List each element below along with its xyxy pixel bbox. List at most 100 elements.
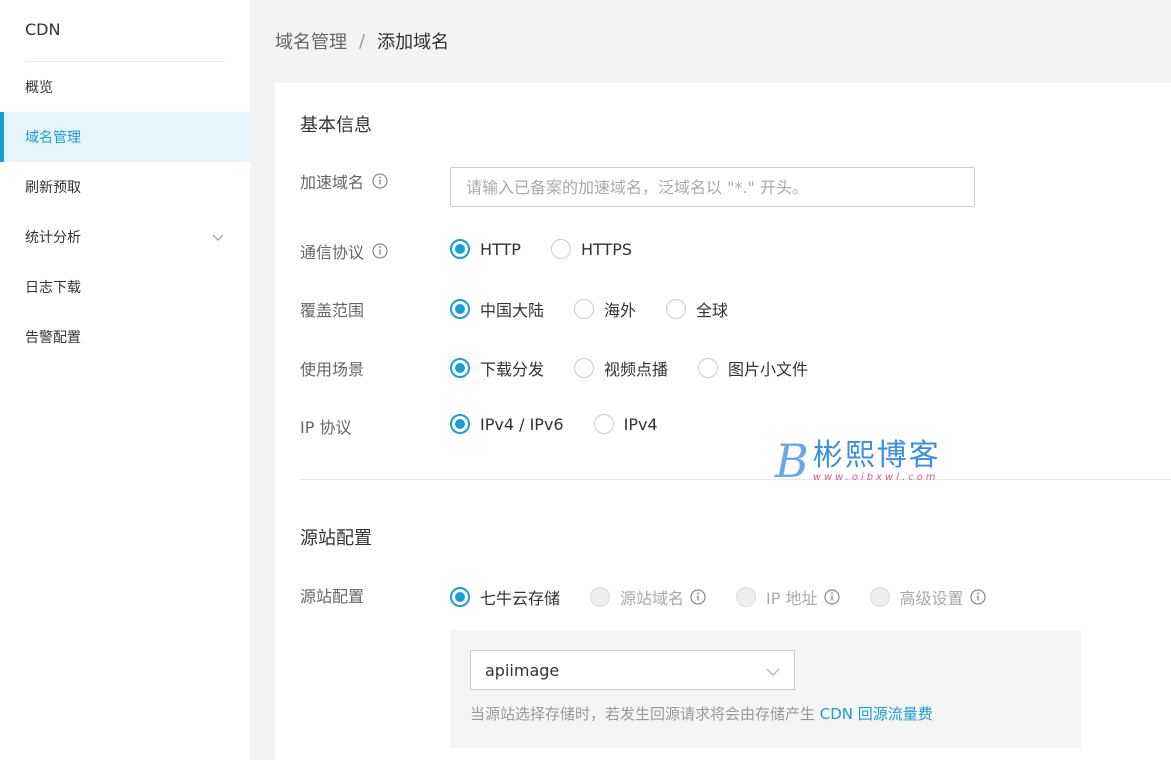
watermark-name: 彬熙博客 — [812, 438, 941, 473]
scene-radio-group: 下载分发 视频点播 图片小文件 — [450, 356, 838, 380]
info-icon[interactable] — [823, 589, 840, 605]
bucket-select-value: apiimage — [485, 660, 560, 680]
sidebar-item-label: 告警配置 — [25, 330, 81, 346]
radio-https[interactable]: HTTPS — [550, 239, 633, 259]
sidebar-item-statistics[interactable]: 统计分析 — [0, 212, 250, 262]
info-icon[interactable] — [372, 173, 388, 189]
breadcrumb-parent-link[interactable]: 域名管理 — [275, 28, 347, 54]
radio-label: 视频点播 — [604, 360, 669, 379]
sidebar-brand: CDN — [25, 0, 225, 62]
origin-hint-text: 当源站选择存储时，若发生回源请求将会由存储产生 — [470, 705, 820, 723]
radio-label: HTTPS — [580, 239, 633, 259]
radio-overseas[interactable]: 海外 — [574, 297, 636, 321]
field-label-scene: 使用场景 — [300, 356, 364, 380]
radio-label: 中国大陆 — [480, 301, 545, 320]
origin-hint: 当源站选择存储时，若发生回源请求将会由存储产生 CDN 回源流量费 — [470, 703, 933, 724]
radio-dot[interactable] — [550, 239, 571, 259]
info-icon[interactable] — [969, 589, 986, 605]
radio-label: HTTP — [480, 239, 521, 259]
chevron-down-icon — [212, 234, 224, 241]
sidebar: CDN 概览 域名管理 刷新预取 统计分析 日志下载 告警配置 — [0, 0, 250, 760]
info-icon[interactable] — [690, 589, 706, 605]
radio-dot[interactable] — [450, 587, 470, 607]
cdn-fee-link[interactable]: CDN 回源流量费 — [820, 705, 933, 723]
sidebar-item-domains[interactable]: 域名管理 — [0, 112, 250, 162]
sidebar-item-label: 域名管理 — [25, 130, 81, 146]
radio-label: 七牛云存储 — [480, 589, 561, 608]
field-label-domain: 加速域名 — [300, 169, 388, 193]
radio-label: 源站域名 — [620, 589, 685, 608]
radio-label: IPv4 — [623, 414, 658, 434]
radio-ip-address[interactable]: IP 地址 — [736, 585, 840, 609]
radio-download[interactable]: 下载分发 — [450, 356, 544, 380]
field-label-text: 通信协议 — [300, 243, 365, 262]
sidebar-item-label: 统计分析 — [25, 230, 81, 246]
radio-dot[interactable] — [450, 239, 470, 259]
section-title-basic: 基本信息 — [300, 115, 372, 136]
radio-dot[interactable] — [736, 587, 757, 607]
field-label-protocol: 通信协议 — [300, 239, 388, 263]
breadcrumb-current: 添加域名 — [377, 32, 450, 53]
watermark-mark: B — [775, 434, 809, 488]
radio-label: 海外 — [604, 301, 637, 320]
radio-label: 下载分发 — [480, 360, 545, 379]
radio-qiniu-storage[interactable]: 七牛云存储 — [450, 585, 560, 609]
coverage-radio-group: 中国大陆 海外 全球 — [450, 297, 758, 321]
radio-dot[interactable] — [450, 358, 470, 378]
add-domain-form: 基本信息 加速域名 通信协议 HTTP HTTPS 覆盖范围 中国大陆 海外 全… — [275, 83, 1171, 760]
radio-label: 图片小文件 — [728, 360, 809, 379]
radio-dot[interactable] — [593, 414, 614, 434]
field-label-ip: IP 协议 — [300, 414, 351, 438]
sidebar-item-label: 刷新预取 — [25, 180, 81, 196]
radio-mainland-china[interactable]: 中国大陆 — [450, 297, 544, 321]
radio-label: 高级设置 — [899, 589, 964, 608]
radio-dot[interactable] — [450, 414, 470, 434]
radio-dot[interactable] — [590, 587, 611, 607]
origin-storage-panel: apiimage 当源站选择存储时，若发生回源请求将会由存储产生 CDN 回源流… — [450, 630, 1081, 748]
field-label-text: 覆盖范围 — [300, 301, 365, 320]
origin-radio-group: 七牛云存储 源站域名 IP 地址 高级设置 — [450, 585, 1016, 609]
radio-label: IPv4 / IPv6 — [480, 414, 564, 434]
radio-ipv4-ipv6[interactable]: IPv4 / IPv6 — [450, 414, 564, 434]
sidebar-item-logs[interactable]: 日志下载 — [0, 262, 250, 312]
radio-vod[interactable]: 视频点播 — [574, 356, 668, 380]
section-divider — [300, 479, 1171, 480]
radio-http[interactable]: HTTP — [450, 239, 521, 259]
bucket-select[interactable]: apiimage — [470, 650, 795, 690]
protocol-radio-group: HTTP HTTPS — [450, 239, 662, 259]
radio-dot[interactable] — [574, 299, 595, 319]
radio-label: IP 地址 — [766, 589, 818, 608]
watermark-url: www.oibxwl.com — [812, 472, 939, 483]
radio-dot[interactable] — [869, 587, 890, 607]
radio-global[interactable]: 全球 — [666, 297, 728, 321]
chevron-down-icon — [766, 668, 780, 676]
field-label-coverage: 覆盖范围 — [300, 297, 364, 321]
sidebar-item-label: 日志下载 — [25, 280, 81, 296]
radio-small-files[interactable]: 图片小文件 — [698, 356, 808, 380]
sidebar-item-refresh[interactable]: 刷新预取 — [0, 162, 250, 212]
field-label-text: 源站配置 — [300, 587, 365, 606]
sidebar-item-alerts[interactable]: 告警配置 — [0, 312, 250, 362]
field-label-text: IP 协议 — [300, 418, 352, 437]
sidebar-item-label: 概览 — [25, 80, 53, 96]
radio-dot[interactable] — [574, 358, 595, 378]
radio-ipv4[interactable]: IPv4 — [593, 414, 658, 434]
watermark-text: 彬熙博客 www.oibxwl.com — [813, 439, 941, 483]
ip-radio-group: IPv4 / IPv6 IPv4 — [450, 414, 688, 434]
breadcrumb: 域名管理 / 添加域名 — [275, 28, 449, 54]
radio-advanced-settings[interactable]: 高级设置 — [869, 585, 986, 609]
breadcrumb-separator: / — [359, 30, 366, 52]
section-title-origin: 源站配置 — [300, 528, 372, 549]
domain-input[interactable] — [450, 167, 975, 207]
sidebar-item-overview[interactable]: 概览 — [0, 62, 250, 112]
radio-origin-domain[interactable]: 源站域名 — [590, 585, 706, 609]
radio-label: 全球 — [696, 301, 729, 320]
field-label-origin: 源站配置 — [300, 583, 364, 607]
watermark-logo: B 彬熙博客 www.oibxwl.com — [775, 438, 941, 484]
info-icon[interactable] — [372, 243, 388, 259]
radio-dot[interactable] — [450, 299, 470, 319]
field-label-text: 使用场景 — [300, 360, 365, 379]
radio-dot[interactable] — [698, 358, 719, 378]
radio-dot[interactable] — [666, 299, 687, 319]
field-label-text: 加速域名 — [300, 173, 365, 192]
